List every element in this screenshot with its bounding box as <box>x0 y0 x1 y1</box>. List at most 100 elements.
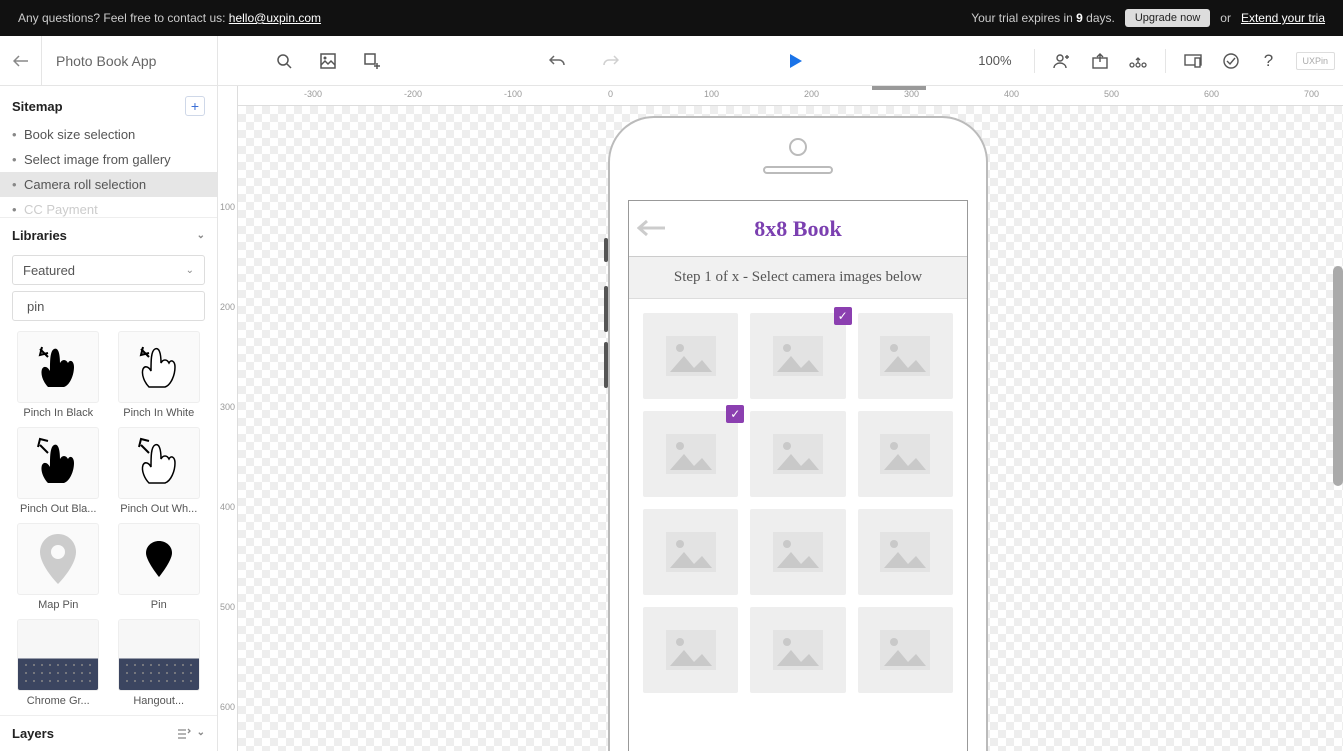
add-page-button[interactable]: + <box>185 96 205 116</box>
mock-image-placeholder[interactable] <box>858 411 953 497</box>
pin-icon <box>863 299 881 301</box>
pin-icon <box>146 541 172 577</box>
library-search[interactable] <box>12 291 205 321</box>
nodes-icon <box>1129 54 1147 68</box>
canvas-area[interactable]: 100 200 300 400 500 600 -300 -200 -100 0… <box>218 86 1343 751</box>
integrations-button[interactable] <box>1121 43 1155 79</box>
redo-button[interactable] <box>593 43 629 79</box>
contact-text: Any questions? Feel free to contact us: <box>18 11 229 25</box>
mock-image-grid: ✓ ✓ <box>629 299 967 707</box>
mock-image-placeholder[interactable] <box>858 607 953 693</box>
check-circle-icon <box>1223 53 1239 69</box>
pinch-out-white-icon <box>129 433 189 493</box>
main-toolbar: Photo Book App 100% <box>0 36 1343 86</box>
ruler-vertical: 100 200 300 400 500 600 <box>218 86 238 751</box>
image-icon <box>320 53 336 69</box>
library-item[interactable]: Hangout... <box>113 619 206 707</box>
share-button[interactable] <box>1083 43 1117 79</box>
device-icon <box>1184 54 1202 68</box>
ruler-horizontal: -300 -200 -100 0 100 200 300 400 500 600… <box>238 86 1343 106</box>
project-name[interactable]: Photo Book App <box>42 36 218 85</box>
phone-volume-up <box>604 286 608 332</box>
help-icon: ? <box>1264 51 1273 71</box>
library-grid: Pinch In Black Pinch In White Pinch Out … <box>0 329 217 715</box>
add-collaborator-button[interactable] <box>1045 43 1079 79</box>
sitemap-header: Sitemap + <box>0 86 217 122</box>
library-selector[interactable]: Featured ⌄ <box>12 255 205 285</box>
mock-image-placeholder[interactable] <box>750 607 845 693</box>
sitemap-list: Book size selection Select image from ga… <box>0 122 217 217</box>
brand-badge: UXPin <box>1296 52 1336 70</box>
upload-icon <box>1092 53 1108 69</box>
library-item[interactable]: Map Pin <box>12 523 105 611</box>
library-item[interactable]: Pinch In White <box>113 331 206 419</box>
keyboard-thumb-icon <box>18 620 98 690</box>
libraries-header[interactable]: Libraries ⌄ <box>0 218 217 249</box>
person-add-icon <box>1053 53 1071 69</box>
pinch-in-black-icon <box>28 337 88 397</box>
mock-step-text: Step 1 of x - Select camera images below <box>629 257 967 299</box>
mock-image-placeholder[interactable] <box>858 313 953 399</box>
mock-check-badge: ✓ <box>726 405 744 423</box>
pinch-in-white-icon <box>129 337 189 397</box>
arrow-left-icon <box>13 55 29 67</box>
layers-header[interactable]: Layers ⌄ <box>0 715 217 751</box>
mock-check-badge: ✓ <box>834 307 852 325</box>
search-button[interactable] <box>266 43 302 79</box>
chevron-down-icon: ⌄ <box>197 727 205 741</box>
trial-days: 9 <box>1076 11 1083 25</box>
library-item[interactable]: Pinch In Black <box>12 331 105 419</box>
mock-image-placeholder[interactable]: ✓ <box>750 313 845 399</box>
sitemap-item[interactable]: CC Payment <box>0 197 217 217</box>
mock-image-placeholder[interactable]: ✓ <box>643 411 738 497</box>
contact-email-link[interactable]: hello@uxpin.com <box>229 11 321 25</box>
left-sidebar: Sitemap + Book size selection Select ima… <box>0 86 218 751</box>
chevron-down-icon: ⌄ <box>197 230 205 241</box>
approve-button[interactable] <box>1214 43 1248 79</box>
library-item[interactable]: Pinch Out Wh... <box>113 427 206 515</box>
upgrade-button[interactable]: Upgrade now <box>1125 9 1210 27</box>
extend-trial-link[interactable]: Extend your tria <box>1241 11 1325 25</box>
add-element-button[interactable] <box>354 43 390 79</box>
add-box-icon <box>364 53 380 69</box>
layers-options-icon <box>177 727 191 741</box>
phone-volume-down <box>604 342 608 388</box>
mock-image-placeholder[interactable] <box>643 607 738 693</box>
notification-bar: Any questions? Feel free to contact us: … <box>0 0 1343 36</box>
mock-image-placeholder[interactable] <box>643 509 738 595</box>
phone-speaker <box>763 166 833 174</box>
scrollbar-vertical[interactable] <box>1333 266 1343 486</box>
pinch-out-black-icon <box>28 433 88 493</box>
spec-mode-button[interactable] <box>1176 43 1210 79</box>
mock-header: 8x8 Book <box>629 201 967 257</box>
mock-image-placeholder[interactable] <box>643 313 738 399</box>
mock-title: 8x8 Book <box>629 216 967 242</box>
canvas[interactable]: 8x8 Book Step 1 of x - Select camera ima… <box>238 106 1343 751</box>
mock-image-placeholder[interactable] <box>750 411 845 497</box>
map-pin-icon <box>38 534 78 584</box>
undo-button[interactable] <box>539 43 575 79</box>
keyboard-thumb-icon <box>119 620 199 690</box>
phone-screen[interactable]: 8x8 Book Step 1 of x - Select camera ima… <box>628 200 968 751</box>
preview-button[interactable] <box>778 43 814 79</box>
library-item[interactable]: Chrome Gr... <box>12 619 105 707</box>
chevron-down-icon: ⌄ <box>186 265 194 276</box>
phone-mute-switch <box>604 238 608 262</box>
play-icon <box>789 53 803 69</box>
sitemap-item[interactable]: Select image from gallery <box>0 147 217 172</box>
image-tool-button[interactable] <box>310 43 346 79</box>
sitemap-item[interactable]: Camera roll selection <box>0 172 217 197</box>
sitemap-item[interactable]: Book size selection <box>0 122 217 147</box>
phone-camera <box>789 138 807 156</box>
mock-image-placeholder[interactable] <box>858 509 953 595</box>
redo-icon <box>603 54 619 68</box>
phone-frame[interactable]: 8x8 Book Step 1 of x - Select camera ima… <box>608 116 988 751</box>
back-button[interactable] <box>0 36 42 85</box>
search-icon <box>276 53 292 69</box>
library-search-input[interactable] <box>27 299 203 314</box>
help-button[interactable]: ? <box>1252 43 1286 79</box>
library-item[interactable]: Pinch Out Bla... <box>12 427 105 515</box>
mock-image-placeholder[interactable] <box>750 509 845 595</box>
zoom-level[interactable]: 100% <box>962 53 1027 68</box>
library-item[interactable]: Pin <box>113 523 206 611</box>
